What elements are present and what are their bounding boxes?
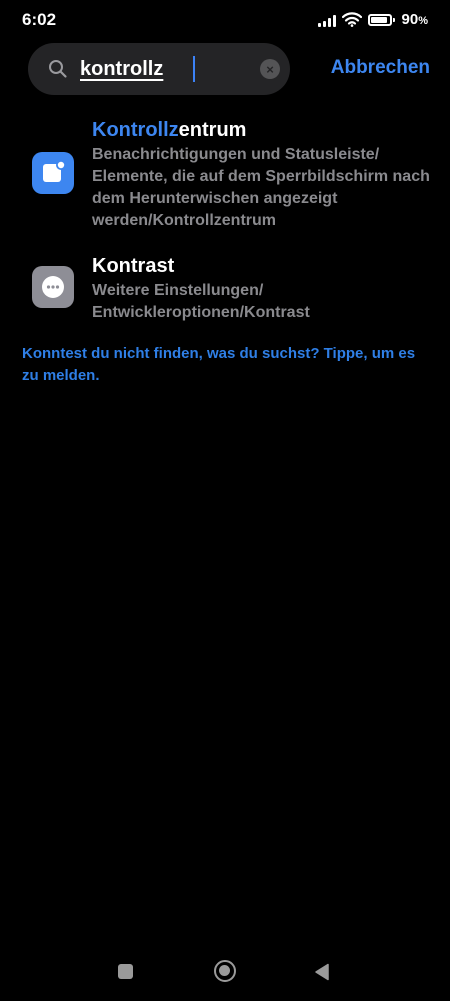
cancel-button[interactable]: Abbrechen (331, 57, 430, 79)
home-icon[interactable] (214, 960, 236, 982)
navigation-bar (0, 949, 450, 1001)
search-row: × Abbrechen (28, 43, 430, 95)
status-time: 6:02 (22, 10, 57, 29)
control-center-icon (32, 152, 74, 194)
search-icon (48, 59, 68, 84)
report-missing-link[interactable]: Konntest du nicht finden, was du suchst?… (22, 343, 432, 387)
result-title: Kontrollzentrum (92, 119, 247, 141)
result-description: Benachrichtigungen und Statusleiste/ Ele… (92, 146, 430, 229)
signal-icon (317, 13, 336, 27)
battery-percent: 90% (401, 11, 428, 28)
status-bar: 6:02 90% (0, 0, 450, 40)
search-result-kontrast[interactable]: Kontrast Weitere Einstellungen/ Entwickl… (32, 253, 430, 323)
text-caret (193, 56, 195, 82)
result-title: Kontrast (92, 255, 175, 277)
search-input[interactable] (80, 55, 250, 83)
search-result-kontrollzentrum[interactable]: Kontrollzentrum Benachrichtigungen und S… (32, 117, 430, 229)
more-dots-icon (32, 266, 74, 308)
result-text: Kontrast Weitere Einstellungen/ Entwickl… (92, 253, 430, 324)
result-description: Weitere Einstellungen/ Entwickleroptione… (92, 282, 310, 321)
back-icon[interactable] (314, 963, 330, 986)
search-box[interactable]: × (28, 43, 290, 95)
close-icon: × (266, 61, 274, 77)
recents-icon[interactable] (118, 964, 133, 979)
clear-search-button[interactable]: × (260, 59, 280, 79)
battery-fill (370, 16, 387, 23)
wifi-icon (341, 12, 362, 27)
battery-icon (367, 13, 395, 26)
result-text: Kontrollzentrum Benachrichtigungen und S… (92, 117, 430, 232)
status-icons: 90% (317, 11, 428, 28)
